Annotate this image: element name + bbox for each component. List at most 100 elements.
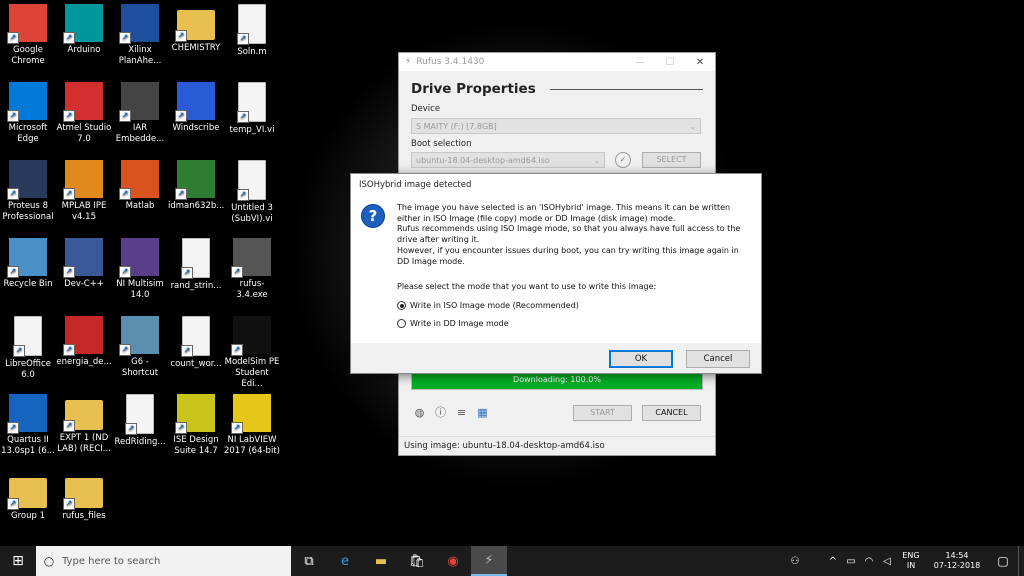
- desktop-icon[interactable]: ↗ idman632b...: [168, 160, 224, 212]
- desktop-icon[interactable]: ↗ count_wor...: [168, 316, 224, 370]
- desktop-icon[interactable]: ↗ Untitled 3 (SubVI).vi: [224, 160, 280, 225]
- desktop-icon-label: Microsoft Edge: [8, 123, 48, 144]
- lang-top: ENG: [902, 551, 920, 560]
- log-icon[interactable]: ▦: [476, 406, 489, 419]
- boot-selection-label: Boot selection: [411, 139, 472, 149]
- shortcut-arrow-icon: ↗: [237, 189, 249, 201]
- progress-bar: Downloading: 100.0%: [411, 373, 703, 390]
- select-button[interactable]: SELECT: [642, 152, 701, 168]
- desktop-icon[interactable]: ↗ temp_VI.vi: [224, 82, 280, 136]
- desktop-icon[interactable]: ↗ Proteus 8 Professional: [0, 160, 56, 223]
- notification-icon[interactable]: ▢: [988, 554, 1018, 568]
- desktop-icon-label: Matlab: [125, 201, 155, 211]
- desktop-icon[interactable]: ↗ Dev-C++: [56, 238, 112, 290]
- proteus-icon: ↗: [7, 160, 47, 200]
- shortcut-arrow-icon: ↗: [175, 110, 187, 122]
- desktop-icon[interactable]: ↗ Quartus II 13.0sp1 (6...: [0, 394, 56, 457]
- desktop-icon[interactable]: ↗ NI Multisim 14.0: [112, 238, 168, 301]
- desktop-icon[interactable]: ↗ energia_de...: [56, 316, 112, 368]
- desktop-icon[interactable]: ↗ Group 1: [0, 472, 56, 522]
- system-tray: ⚇ ^ ▭ ◠ ◁ ENG IN 14:54 07-12-2018 ▢: [786, 546, 1024, 576]
- desktop-icon[interactable]: ↗ MPLAB IPE v4.15: [56, 160, 112, 223]
- checksum-icon[interactable]: ✓: [615, 152, 631, 168]
- desktop-icon[interactable]: ↗ Microsoft Edge: [0, 82, 56, 145]
- globe-icon[interactable]: ◍: [413, 406, 426, 419]
- desktop-icon[interactable]: ↗ Google Chrome: [0, 4, 56, 67]
- ise-icon: ↗: [175, 394, 215, 434]
- task-view-icon[interactable]: ⧉: [291, 546, 327, 576]
- question-icon: ?: [361, 204, 385, 228]
- desktop-icon[interactable]: ↗ rand_strin...: [168, 238, 224, 292]
- labview-icon: ↗: [231, 394, 271, 434]
- info-icon[interactable]: ⓘ: [434, 406, 447, 419]
- folder-icon: ↗: [175, 10, 215, 42]
- lang-bottom: IN: [906, 561, 916, 570]
- dd-mode-radio[interactable]: Write in DD Image mode: [397, 319, 509, 328]
- edge-icon[interactable]: e: [327, 546, 363, 576]
- device-select[interactable]: S MAITY (F:) [7.8GB] ⌄: [411, 118, 701, 134]
- idm-icon: ↗: [175, 160, 215, 200]
- desktop-icon[interactable]: ↗ ModelSim PE Student Edi...: [224, 316, 280, 390]
- desktop-icon[interactable]: ↗ Recycle Bin: [0, 238, 56, 290]
- desktop-icon[interactable]: ↗ CHEMISTRY: [168, 4, 224, 54]
- shortcut-arrow-icon: ↗: [63, 32, 75, 44]
- shortcut-arrow-icon: ↗: [181, 345, 193, 357]
- desktop-icon-label: rufus-3.4.exe: [236, 279, 268, 300]
- language-indicator[interactable]: ENG IN: [896, 551, 926, 571]
- chevron-up-icon[interactable]: ^: [824, 556, 842, 567]
- desktop-icon-label: Proteus 8 Professional: [2, 201, 54, 222]
- maximize-icon[interactable]: ☐: [655, 57, 685, 68]
- iso-mode-radio[interactable]: Write in ISO Image mode (Recommended): [397, 301, 579, 310]
- desktop-icon[interactable]: ↗ EXPT 1 (ND LAB) (RECI...: [56, 394, 112, 455]
- file-explorer-icon[interactable]: ▬: [363, 546, 399, 576]
- desktop-icon[interactable]: ↗ RedRiding...: [112, 394, 168, 448]
- chrome-icon[interactable]: ◉: [435, 546, 471, 576]
- desktop-icon[interactable]: ↗ IAR Embedde...: [112, 82, 168, 145]
- clock[interactable]: 14:54 07-12-2018: [926, 551, 988, 571]
- search-box[interactable]: ○ Type here to search: [36, 546, 291, 576]
- desktop-icon[interactable]: ↗ rufus_files: [56, 472, 112, 522]
- clock-time: 14:54: [945, 551, 969, 560]
- volume-icon[interactable]: ◁: [878, 556, 896, 567]
- shortcut-arrow-icon: ↗: [63, 498, 75, 510]
- shortcut-arrow-icon: ↗: [63, 110, 75, 122]
- minimize-icon[interactable]: —: [625, 57, 655, 68]
- desktop-icon[interactable]: ↗ Atmel Studio 7.0: [56, 82, 112, 145]
- people-icon[interactable]: ⚇: [786, 556, 804, 567]
- device-label: Device: [411, 104, 441, 114]
- labview-vi-icon: ↗: [237, 160, 266, 201]
- rufus-taskbar-icon[interactable]: ⚡: [471, 546, 507, 576]
- boot-selection-select[interactable]: ubuntu-18.04-desktop-amd64.iso ⌄: [411, 152, 605, 168]
- show-desktop-button[interactable]: [1018, 546, 1024, 576]
- rufus-titlebar[interactable]: ⚡ Rufus 3.4.1430 — ☐ ✕: [399, 53, 715, 71]
- desktop-icon[interactable]: ↗ Arduino: [56, 4, 112, 56]
- recycle-bin-icon: ↗: [7, 238, 47, 278]
- close-icon[interactable]: ✕: [685, 57, 715, 68]
- store-icon[interactable]: 🛍: [399, 546, 435, 576]
- folder-icon: ↗: [7, 478, 47, 510]
- ok-button[interactable]: OK: [609, 350, 673, 368]
- heading-text: Drive Properties: [411, 81, 536, 97]
- desktop-icon[interactable]: ↗ Matlab: [112, 160, 168, 212]
- cancel-button[interactable]: CANCEL: [642, 405, 701, 421]
- radio-dd[interactable]: [397, 319, 406, 328]
- battery-icon[interactable]: ▭: [842, 556, 860, 567]
- folder-icon: ↗: [63, 478, 103, 510]
- cancel-button[interactable]: Cancel: [686, 350, 750, 368]
- start-button[interactable]: START: [573, 405, 632, 421]
- desktop-icon-label: temp_VI.vi: [229, 125, 275, 135]
- shortcut-arrow-icon: ↗: [63, 266, 75, 278]
- desktop-icon[interactable]: ↗ rufus-3.4.exe: [224, 238, 280, 301]
- windows-start-icon[interactable]: ⊞: [0, 546, 36, 576]
- desktop-icon[interactable]: ↗ Windscribe: [168, 82, 224, 134]
- desktop-icon[interactable]: ↗ LibreOffice 6.0: [0, 316, 56, 381]
- desktop-icon[interactable]: ↗ Xilinx PlanAhe...: [112, 4, 168, 67]
- desktop-icon[interactable]: ↗ ISE Design Suite 14.7: [168, 394, 224, 457]
- wifi-icon[interactable]: ◠: [860, 556, 878, 567]
- radio-iso[interactable]: [397, 301, 406, 310]
- mplab-icon: ↗: [63, 160, 103, 200]
- desktop-icon[interactable]: ↗ G6 - Shortcut: [112, 316, 168, 379]
- desktop-icon[interactable]: ↗ NI LabVIEW 2017 (64-bit): [224, 394, 280, 457]
- settings-icon[interactable]: ≡: [455, 406, 468, 419]
- desktop-icon[interactable]: ↗ Soln.m: [224, 4, 280, 58]
